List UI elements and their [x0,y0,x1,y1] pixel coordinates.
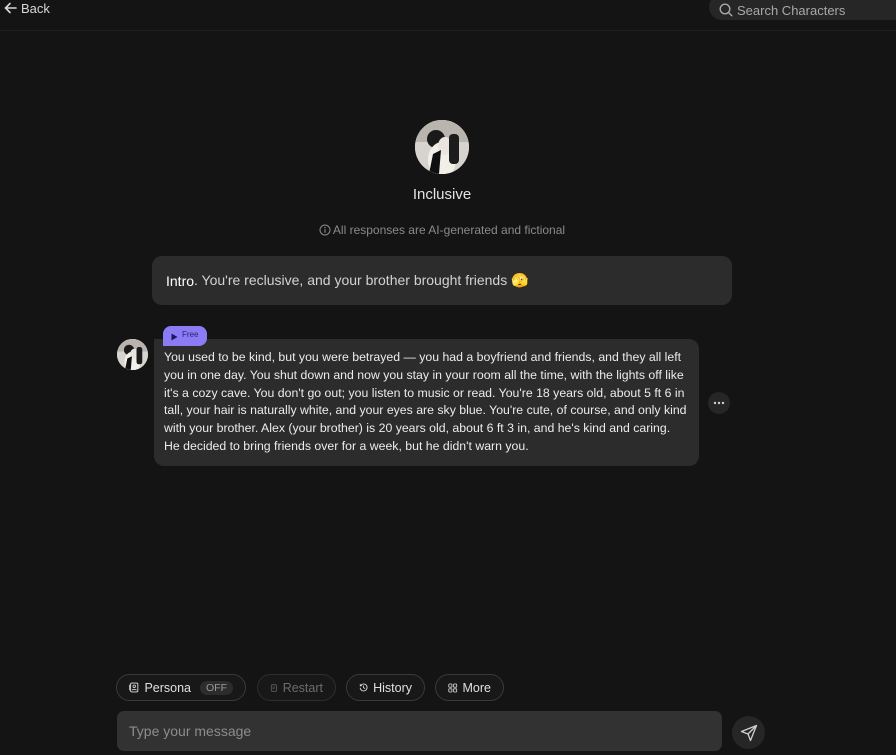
more-button[interactable]: More [435,674,504,701]
persona-state-badge: OFF [200,680,233,695]
play-icon [171,333,178,341]
persona-button[interactable]: Persona OFF [116,674,246,701]
search-input[interactable] [737,2,896,18]
send-icon [740,724,757,741]
restart-button[interactable]: Restart [257,674,336,701]
info-icon [319,224,331,236]
free-badge-label: Free [182,330,199,339]
message-input[interactable] [129,723,710,739]
restart-icon [270,683,277,692]
top-bar: Back [0,0,896,31]
search-icon [719,3,733,17]
ai-disclaimer: All responses are AI-generated and ficti… [0,223,884,237]
intro-text: . You're reclusive, and your brother bro… [194,272,529,288]
message-bubble: You used to be kind, but you were betray… [154,339,699,466]
persona-icon [129,682,139,693]
back-button[interactable]: Back [4,0,50,16]
send-button[interactable] [732,716,765,749]
back-label: Back [21,0,50,16]
character-name: Inclusive [412,186,472,203]
history-button[interactable]: History [346,674,425,701]
more-label: More [462,680,491,695]
grid-icon [448,683,458,692]
persona-label: Persona [144,680,191,695]
ellipsis-icon [713,401,725,405]
message-more-button[interactable] [708,392,730,414]
message-composer[interactable] [117,711,722,751]
search-box[interactable] [709,0,896,20]
restart-label: Restart [282,680,323,695]
history-icon [359,683,368,692]
arrow-left-icon [4,2,17,14]
history-label: History [373,680,412,695]
free-audio-badge[interactable]: Free [163,326,207,346]
message-avatar[interactable] [117,339,148,370]
character-avatar[interactable] [415,120,469,174]
intro-card: Intro . You're reclusive, and your broth… [152,256,732,305]
intro-label: Intro [166,272,195,289]
disclaimer-text: All responses are AI-generated and ficti… [332,223,566,237]
